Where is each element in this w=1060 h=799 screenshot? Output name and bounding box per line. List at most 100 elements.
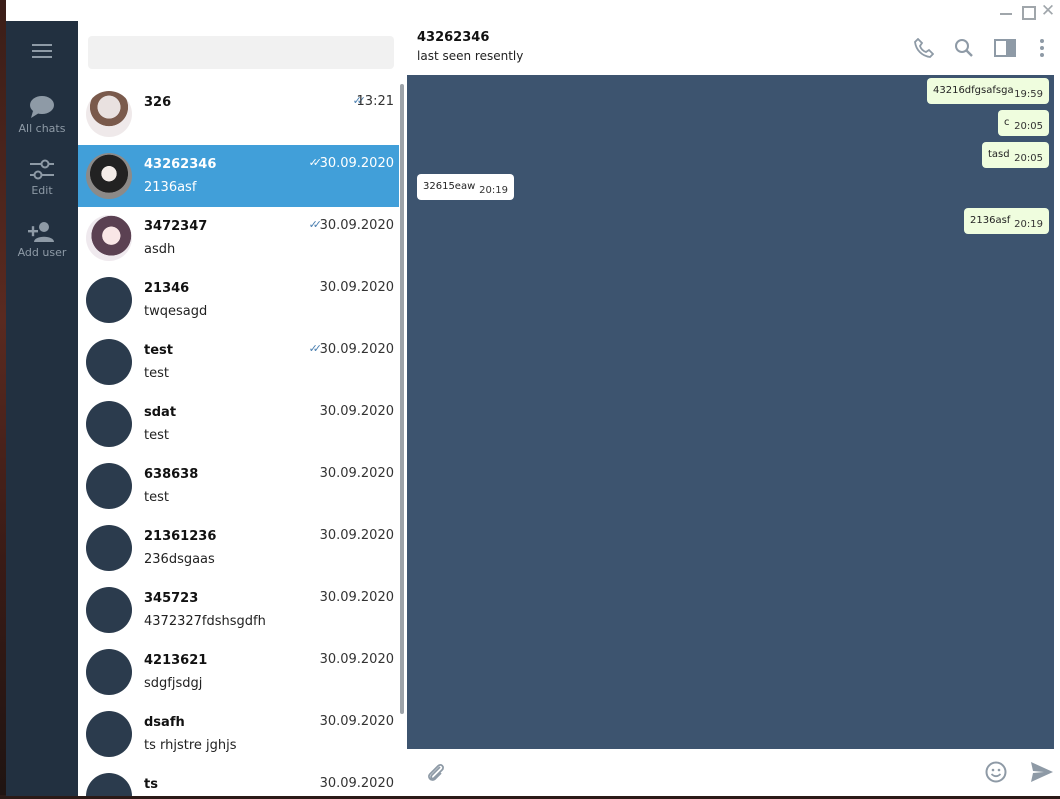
nav-item-label: All chats [18,122,66,135]
message-text: 43216dfgsafsga [933,85,1014,96]
chat-preview: asdh [144,242,176,257]
emoji-icon[interactable] [985,761,1007,787]
maximize-icon[interactable] [1018,2,1036,20]
chat-list-item[interactable]: 638638 test 30.09.2020 [78,455,399,517]
chat-preview: 2136asf [144,180,197,195]
chat-preview: 236dsgaas [144,552,215,567]
chat-date: 30.09.2020 [319,652,394,667]
chat-list-item[interactable]: sdat test 30.09.2020 [78,393,399,455]
chat-name: ts [144,777,158,792]
chat-name: 21361236 [144,529,217,544]
chat-list-item[interactable]: 21346 twqesagd 30.09.2020 [78,269,399,331]
chat-bubble-icon [6,95,78,119]
chat-date: 30.09.2020 [319,218,394,233]
message-bubble-incoming[interactable]: 32615eaw 20:19 [417,174,514,200]
message-time: 20:19 [1014,219,1043,230]
chat-name: sdat [144,405,177,420]
message-text: tasd [988,149,1010,160]
chat-name: 638638 [144,467,199,482]
chat-list-panel: 326 ✓✓ 13:21 43262346 2136asf ✓✓ 30.09.2… [78,21,405,796]
chat-preview: 4372327fdshsgdfh [144,614,266,629]
avatar [86,525,132,571]
chat-list-item[interactable]: 21361236 236dsgaas 30.09.2020 [78,517,399,579]
chat-date: 30.09.2020 [319,466,394,481]
conversation-title[interactable]: 43262346 [417,30,489,45]
chat-date: 30.09.2020 [319,156,394,171]
avatar [86,587,132,633]
nav-item-add-user[interactable]: Add user [6,221,78,259]
avatar [86,277,132,323]
chat-preview: ts rhjstre jghjs [144,738,237,753]
chat-list-scrollbar[interactable] [400,84,404,714]
minimize-icon[interactable] [997,2,1015,20]
message-time: 20:05 [1014,153,1043,164]
avatar [86,215,132,261]
sliders-icon [6,159,78,181]
chat-name: dsafh [144,715,185,730]
chat-name: 345723 [144,591,199,606]
sidebar-toggle-icon[interactable] [994,38,1016,62]
nav-item-edit[interactable]: Edit [6,159,78,197]
avatar [86,153,132,199]
more-vertical-icon[interactable] [1038,38,1046,62]
search-icon[interactable] [954,38,974,62]
chat-date: 30.09.2020 [319,404,394,419]
chat-date: 30.09.2020 [319,342,394,357]
nav-item-all-chats[interactable]: All chats [6,95,78,135]
chat-list-item[interactable]: 4213621 sdgfjsdgj 30.09.2020 [78,641,399,703]
avatar [86,773,132,796]
conversation-status: last seen resently [417,49,524,63]
avatar [86,401,132,447]
chat-name: test [144,343,173,358]
message-input[interactable] [457,759,977,785]
message-time: 20:19 [479,185,508,196]
chat-date: 30.09.2020 [319,528,394,543]
chat-list-item[interactable]: test test ✓✓ 30.09.2020 [78,331,399,393]
messages-area[interactable]: 43216dfgsafsga 19:59 c 20:05 tasd 20:05 … [407,75,1054,749]
avatar [86,649,132,695]
search-input[interactable] [88,36,394,69]
chat-list-item[interactable]: 326 ✓✓ 13:21 [78,83,399,145]
chat-preview: test [144,428,169,443]
message-time: 19:59 [1014,89,1043,100]
telegram-window: ✕ All chats Edit Add user 326 ✓✓ 13:21 4… [6,0,1060,796]
double-check-icon: ✓✓ [308,342,323,355]
double-check-icon: ✓✓ [308,156,323,169]
message-composer[interactable] [405,749,1060,796]
avatar [86,711,132,757]
chat-preview: sdgfjsdgj [144,676,203,691]
add-user-icon [6,221,78,243]
message-bubble-outgoing[interactable]: 2136asf 20:19 [964,208,1049,234]
hamburger-menu-icon[interactable] [32,43,52,63]
left-nav: All chats Edit Add user [6,21,78,796]
chat-date: 30.09.2020 [319,776,394,791]
title-bar: ✕ [6,0,1060,21]
chat-date: 30.09.2020 [319,714,394,729]
nav-item-label: Edit [31,184,53,197]
chat-name: 43262346 [144,157,217,172]
chat-list-item[interactable]: 345723 4372327fdshsgdfh 30.09.2020 [78,579,399,641]
chat-list-item-selected[interactable]: 43262346 2136asf ✓✓ 30.09.2020 [78,145,399,207]
attach-icon[interactable] [426,761,446,787]
chat-name: 4213621 [144,653,208,668]
conversation-header: 43262346 last seen resently [405,21,1060,75]
message-bubble-outgoing[interactable]: c 20:05 [998,110,1049,136]
send-icon[interactable] [1030,761,1054,787]
chat-name: 21346 [144,281,190,296]
message-text: 2136asf [970,215,1011,226]
chat-list-item[interactable]: ts 30.09.2020 [78,765,399,796]
message-bubble-outgoing[interactable]: tasd 20:05 [982,142,1049,168]
message-text: c [1004,117,1010,128]
message-text: 32615eaw [423,181,476,192]
chat-name: 3472347 [144,219,208,234]
chat-preview: test [144,490,169,505]
chat-date: 30.09.2020 [319,590,394,605]
chat-preview: test [144,366,169,381]
close-icon[interactable]: ✕ [1039,2,1057,20]
chat-preview: twqesagd [144,304,208,319]
message-bubble-outgoing[interactable]: 43216dfgsafsga 19:59 [927,78,1049,104]
chat-list-item[interactable]: 3472347 asdh ✓✓ 30.09.2020 [78,207,399,269]
chat-list-item[interactable]: dsafh ts rhjstre jghjs 30.09.2020 [78,703,399,765]
phone-icon[interactable] [914,37,935,62]
double-check-icon: ✓✓ [308,218,323,231]
